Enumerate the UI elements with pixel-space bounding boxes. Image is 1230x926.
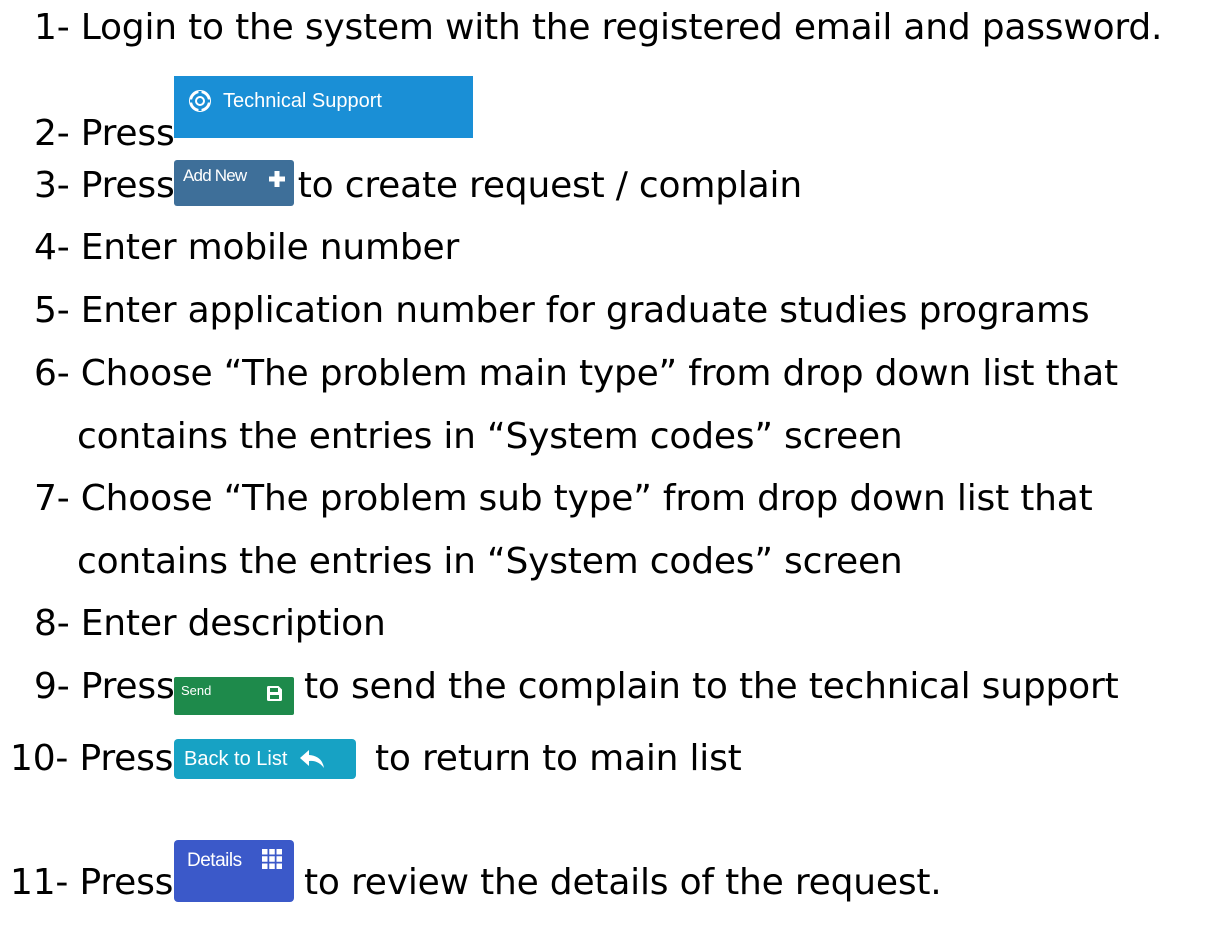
step-9-after: to send the complain to the technical su… [304,665,1119,709]
details-label: Details [187,850,242,871]
step-4: 4- Enter mobile number [34,226,459,270]
step-number: 3- [34,165,70,206]
step-11: 11- Press [10,861,173,905]
step-7-continued: contains the entries in “System codes” s… [77,540,903,584]
step-number: 2- [34,113,70,154]
step-number: 6- [34,353,70,394]
step-text-after: to create request / complain [297,165,802,206]
step-text: Choose “The problem sub type” from drop … [80,478,1093,519]
step-text: contains the entries in “System codes” s… [77,541,903,582]
technical-support-label: Technical Support [223,90,382,112]
technical-support-button[interactable]: Technical Support [174,76,473,138]
step-text: Press [79,862,174,903]
step-text: Press [80,165,175,206]
step-number: 5- [34,290,70,331]
step-text-after: to return to main list [375,738,742,779]
lifebuoy-icon [189,90,211,112]
add-new-label: Add New [183,166,247,185]
step-text: Press [80,666,175,707]
step-7: 7- Choose “The problem sub type” from dr… [34,477,1093,521]
plus-icon [269,171,285,187]
step-number: 8- [34,603,70,644]
step-10: 10- Press [10,737,173,781]
step-text: Enter description [80,603,386,644]
step-text: Enter application number for graduate st… [80,290,1090,331]
step-1: 1- Login to the system with the register… [34,6,1162,50]
step-number: 11- [10,862,69,903]
step-10-after: to return to main list [375,737,742,781]
step-text-after: to send the complain to the technical su… [304,666,1119,707]
step-text: Press [80,113,175,154]
step-9: 9- Press [34,665,175,709]
step-number: 10- [10,738,69,779]
step-3: 3- Press to create request / complain [34,164,802,208]
send-label: Send [181,683,212,698]
step-text: Press [79,738,174,779]
step-5: 5- Enter application number for graduate… [34,289,1090,333]
back-to-list-button[interactable]: Back to List [174,739,356,779]
step-number: 1- [34,7,70,48]
step-number: 9- [34,666,70,707]
step-text-after: to review the details of the request. [304,862,942,903]
save-icon [267,686,282,701]
step-number: 4- [34,227,70,268]
back-to-list-label: Back to List [184,747,288,770]
send-button[interactable]: Send [174,677,294,715]
add-new-button[interactable]: Add New [174,160,294,206]
step-2: 2- Press [34,112,175,156]
step-11-after: to review the details of the request. [304,861,942,905]
step-text: Enter mobile number [80,227,460,268]
step-text: Login to the system with the registered … [80,7,1163,48]
step-8: 8- Enter description [34,602,386,646]
step-text: contains the entries in “System codes” s… [77,416,903,457]
reply-arrow-icon [300,750,325,768]
step-text: Choose “The problem main type” from drop… [80,353,1118,394]
grid-icon [262,849,282,869]
details-button[interactable]: Details [174,840,294,902]
step-6-continued: contains the entries in “System codes” s… [77,415,903,459]
step-6: 6- Choose “The problem main type” from d… [34,352,1118,396]
step-number: 7- [34,478,70,519]
